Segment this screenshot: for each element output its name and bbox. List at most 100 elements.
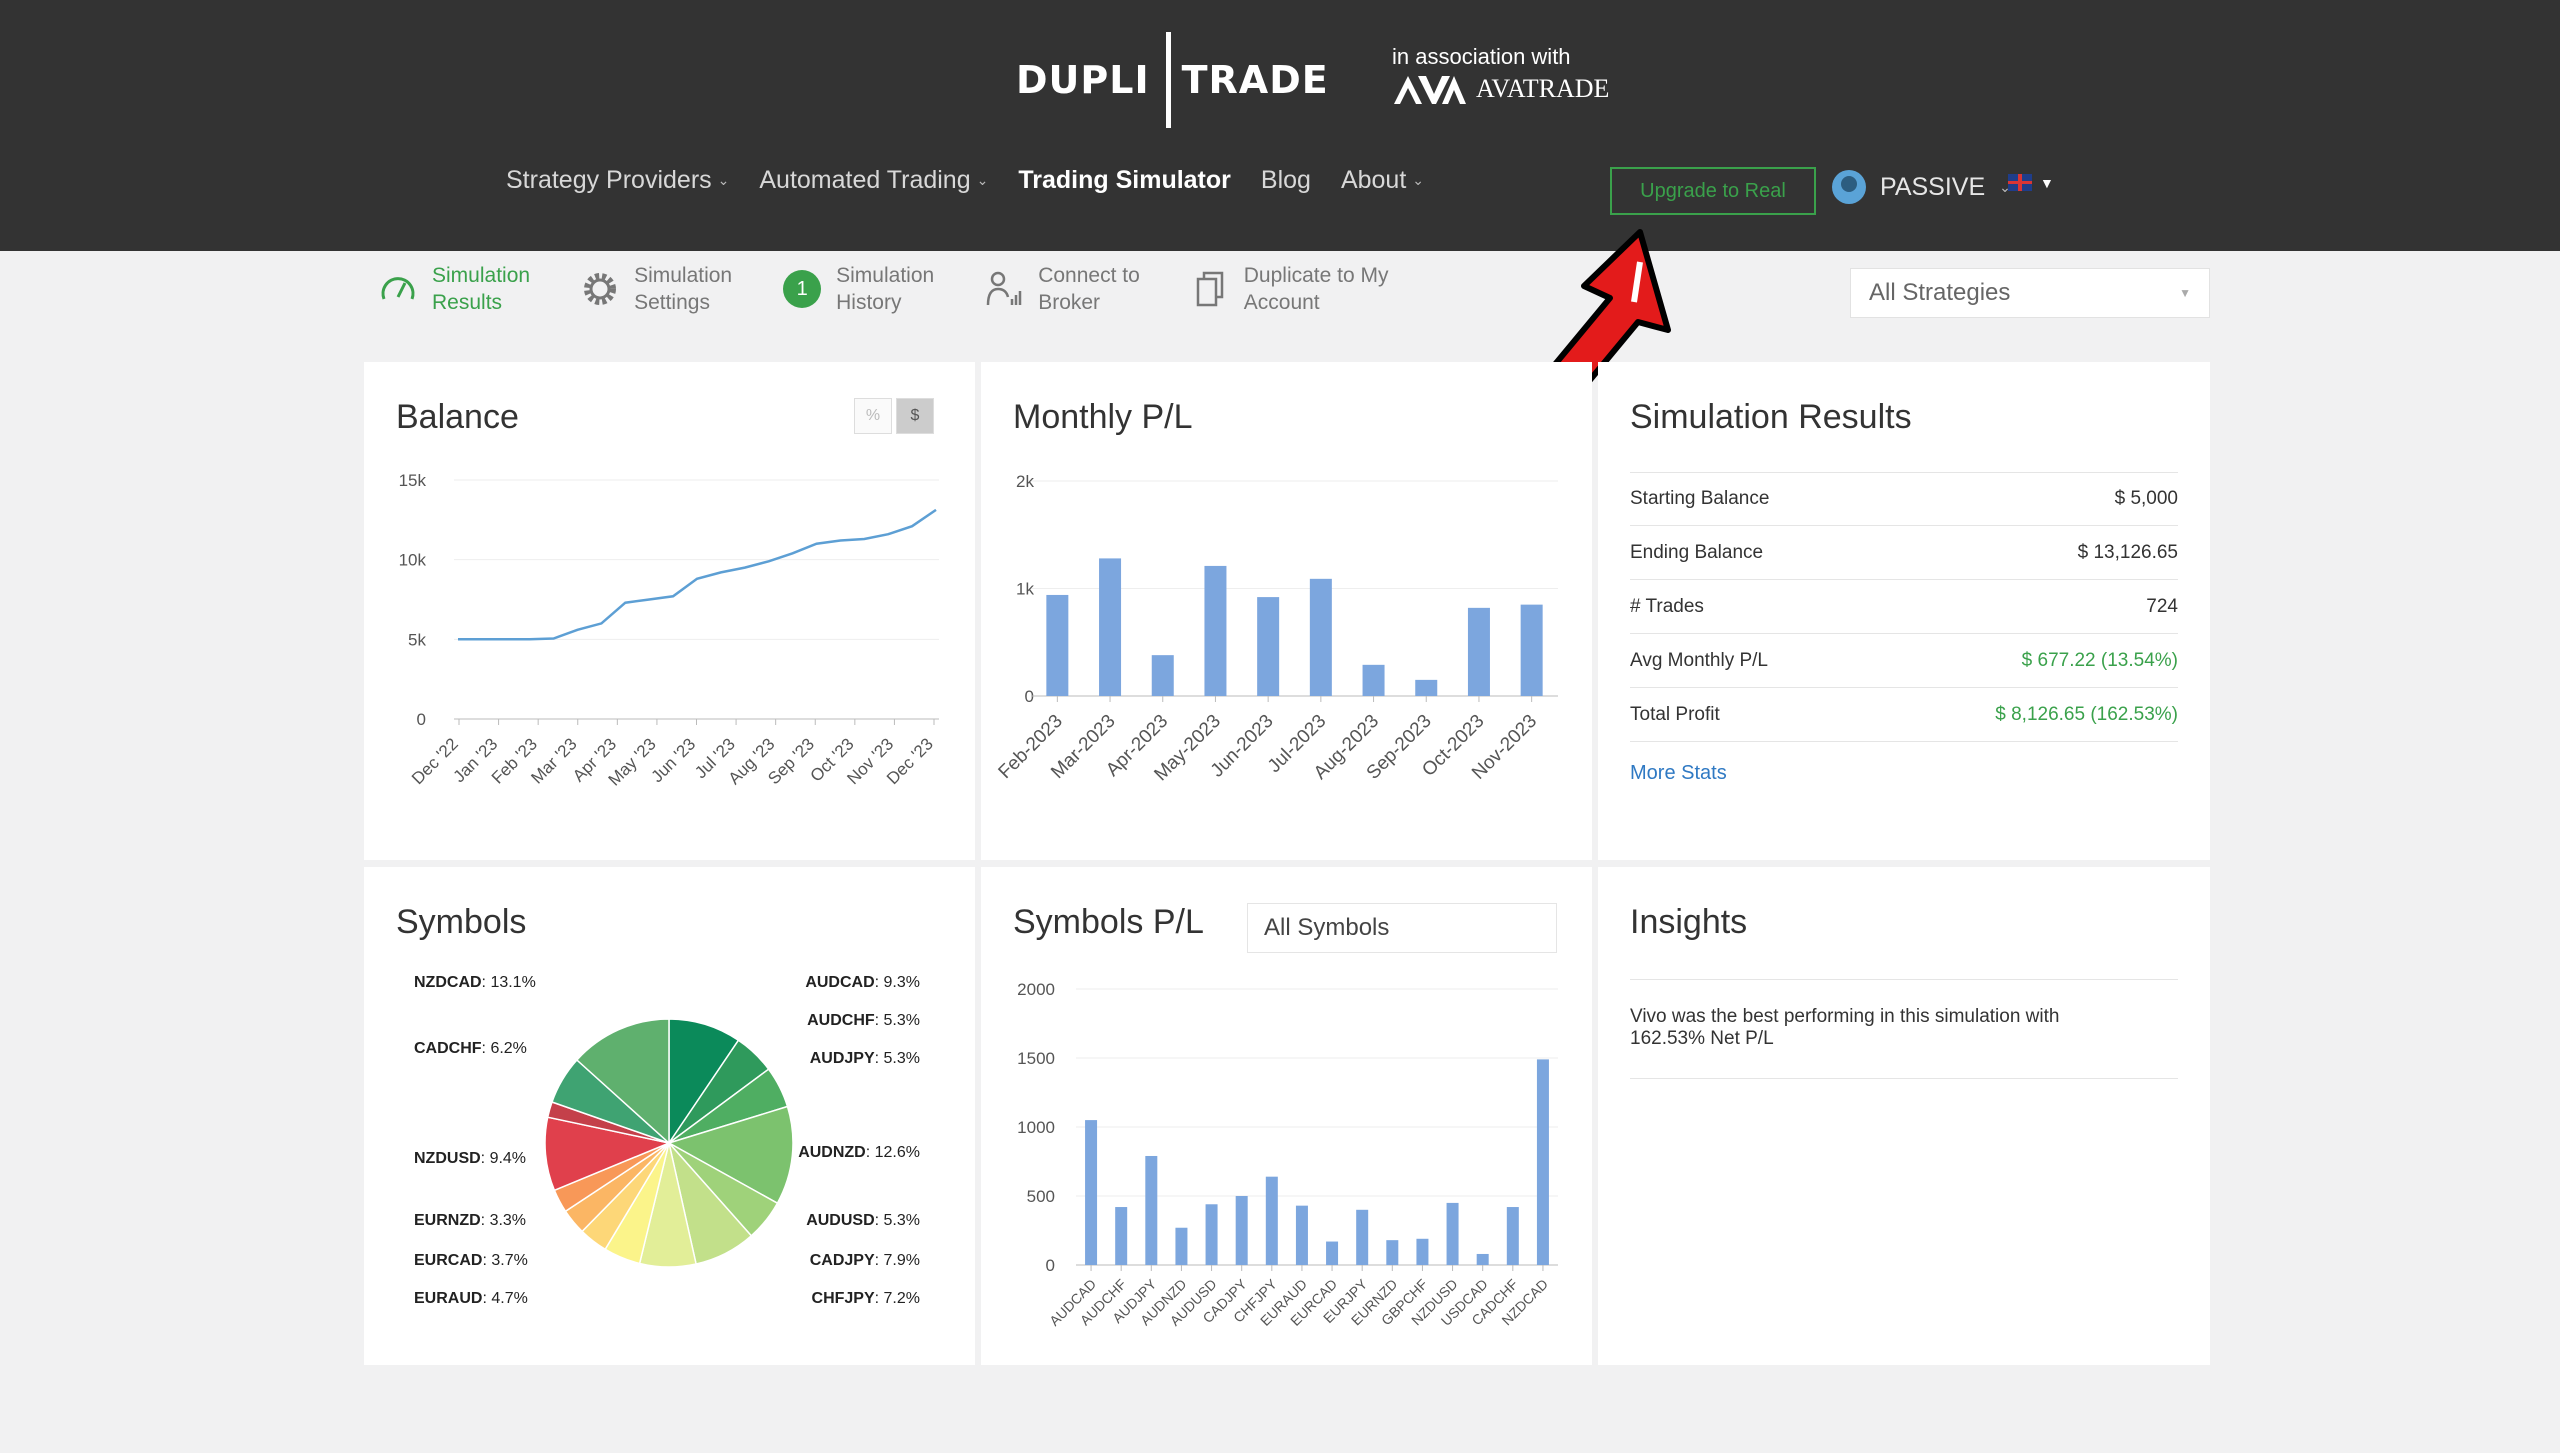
duplitrade-logo[interactable]: DUPLI TRADE [1016, 28, 1329, 132]
chevron-down-icon: ⌄ [1412, 172, 1425, 188]
subnav-label: Duplicate to My Account [1244, 262, 1389, 316]
caret-down-icon: ▼ [2040, 174, 2054, 191]
logo-divider [1163, 32, 1168, 128]
bar [1309, 578, 1332, 696]
avatrade-association: in association with AVATRADE [1392, 44, 1609, 106]
pie-label: CADJPY: 7.9% [810, 1252, 920, 1269]
gear-icon [578, 267, 622, 311]
y-tick-label: 0 [1046, 1256, 1055, 1275]
subnav-item-3[interactable]: Connect to Broker [982, 262, 1140, 316]
insights-line-1: Vivo was the best performing in this sim… [1630, 1006, 2060, 1027]
pie-label: AUDCHF: 5.3% [807, 1012, 920, 1029]
chevron-down-icon: ⌄ [976, 172, 989, 188]
x-tick-label: Jun '23 [647, 734, 699, 786]
history-count-badge: 1 [780, 267, 824, 311]
gauge-icon [376, 267, 420, 311]
subnav-item-2[interactable]: 1 Simulation History [780, 262, 934, 316]
bar [1205, 1204, 1218, 1265]
simulation-results-card: Simulation Results Starting Balance $ 5,0… [1598, 362, 2210, 860]
subnav-label: Simulation History [836, 262, 934, 316]
stat-row: Avg Monthly P/L $ 677.22 (13.54%) [1630, 634, 2178, 688]
x-tick-label: Dec '22 [408, 734, 462, 788]
monthly-pl-card: Monthly P/L 2k 1k 0 Feb-2023 Mar-2023 Apr-202… [981, 362, 1592, 860]
pie-label: NZDCAD: 13.1% [414, 974, 536, 991]
bar [1046, 594, 1069, 696]
stat-row: # Trades 724 [1630, 580, 2178, 634]
balance-line [458, 508, 937, 641]
stat-row: Ending Balance $ 13,126.65 [1630, 526, 2178, 580]
stat-value: $ 8,126.65 (162.53%) [1995, 703, 2178, 725]
stat-label: # Trades [1630, 595, 1704, 617]
y-tick-label: 1500 [1017, 1049, 1055, 1068]
insights-text: Vivo was the best performing in this sim… [1630, 979, 2178, 1079]
pie-label: EURCAD: 3.7% [414, 1252, 528, 1269]
subnav-item-0[interactable]: Simulation Results [376, 262, 530, 316]
pie-label: CHFJPY: 7.2% [812, 1290, 920, 1307]
subnav-label-line-1: Simulation [836, 264, 935, 287]
pie-label: CADCHF: 6.2% [414, 1040, 527, 1057]
bar [1151, 655, 1174, 696]
stat-value: $ 13,126.65 [2077, 541, 2178, 563]
subnav-label-line-2: Broker [1038, 291, 1101, 314]
caret-down-icon: ▼ [2179, 286, 2191, 300]
upgrade-to-real-button[interactable]: Upgrade to Real [1610, 167, 1816, 215]
stat-value: 724 [2146, 595, 2178, 617]
ava-mark-icon [1394, 76, 1466, 104]
subnav-label-line-1: Connect to [1038, 264, 1140, 287]
bar [1356, 1209, 1369, 1265]
pie-label: NZDUSD: 9.4% [414, 1150, 526, 1167]
main-nav: Strategy Providers ⌄ Automated Trading ⌄ Tra… [506, 166, 1424, 195]
subnav-label-line-2: History [836, 291, 902, 314]
bar [1115, 1207, 1128, 1265]
nav-item-4[interactable]: About ⌄ [1341, 166, 1424, 195]
symbols-card: Symbols AUDCAD: 9.3% AUDCHF: 5.3% AUDJPY: … [364, 867, 975, 1365]
symbols-pl-bar-chart: 2000150010005000AUDCADAUDCHFAUDJPYAUDNZD… [1017, 980, 1558, 1329]
simulation-results-title: Simulation Results [1630, 398, 1912, 436]
pie-label: AUDUSD: 5.3% [806, 1212, 920, 1229]
more-stats-link[interactable]: More Stats [1630, 762, 1727, 785]
strategy-select[interactable]: All Strategies ▼ [1850, 268, 2210, 318]
subnav-item-4[interactable]: Duplicate to My Account [1188, 262, 1389, 316]
bar [1536, 1059, 1549, 1265]
nav-item-label: About [1340, 166, 1407, 194]
y-tick-label: 10k [399, 551, 427, 570]
balance-card: Balance % $ 15k 10k 5k 0 Dec '22 Jan '23 Feb '… [364, 362, 975, 860]
insights-title: Insights [1630, 903, 1748, 941]
bar [1099, 558, 1122, 696]
stat-value: $ 5,000 [2114, 488, 2178, 509]
person-signal-icon [982, 267, 1026, 311]
bar [1145, 1155, 1158, 1265]
nav-item-0[interactable]: Strategy Providers ⌄ [506, 166, 729, 195]
bar [1415, 679, 1438, 696]
user-menu[interactable]: PASSIVE ⌄ [1832, 170, 2011, 204]
subnav-label: Simulation Results [432, 262, 530, 316]
language-selector[interactable]: ▼ [2008, 174, 2054, 191]
bar [1235, 1196, 1248, 1265]
bar [1446, 1202, 1459, 1265]
bar [1362, 664, 1385, 696]
balance-line-chart: 15k10k5k0Dec '22Jan '23Feb '23Mar '23Apr… [399, 471, 939, 790]
subnav-item-1[interactable]: Simulation Settings [578, 262, 732, 316]
nav-item-label: Trading Simulator [1018, 166, 1231, 194]
bar [1520, 604, 1543, 696]
nav-item-label: Strategy Providers [506, 166, 712, 194]
nav-item-3[interactable]: Blog [1261, 166, 1311, 195]
strategy-select-value: All Strategies [1869, 279, 2011, 306]
stat-label: Starting Balance [1630, 488, 1770, 509]
copy-icon [1188, 267, 1232, 311]
insights-card: Insights Vivo was the best performing in… [1598, 867, 2210, 1365]
nav-item-1[interactable]: Automated Trading ⌄ [759, 166, 988, 195]
badge-count: 1 [783, 270, 822, 308]
stat-label: Ending Balance [1630, 541, 1764, 563]
insights-line-2: 162.53% Net P/L [1630, 1028, 1774, 1049]
subnav-label-line-2: Results [432, 291, 503, 314]
y-tick-label: 2k [1016, 472, 1034, 491]
subnav-label-line-2: Settings [634, 291, 710, 314]
nav-item-label: Automated Trading [759, 166, 971, 194]
simulator-subnav: Simulation Results Simulation Settings 1 Simu… [376, 262, 1389, 316]
bar [1265, 1176, 1278, 1265]
bar [1175, 1227, 1188, 1265]
nav-item-2[interactable]: Trading Simulator [1018, 166, 1231, 195]
avatrade-logo: AVATRADE [1392, 72, 1609, 106]
bar [1326, 1241, 1339, 1265]
